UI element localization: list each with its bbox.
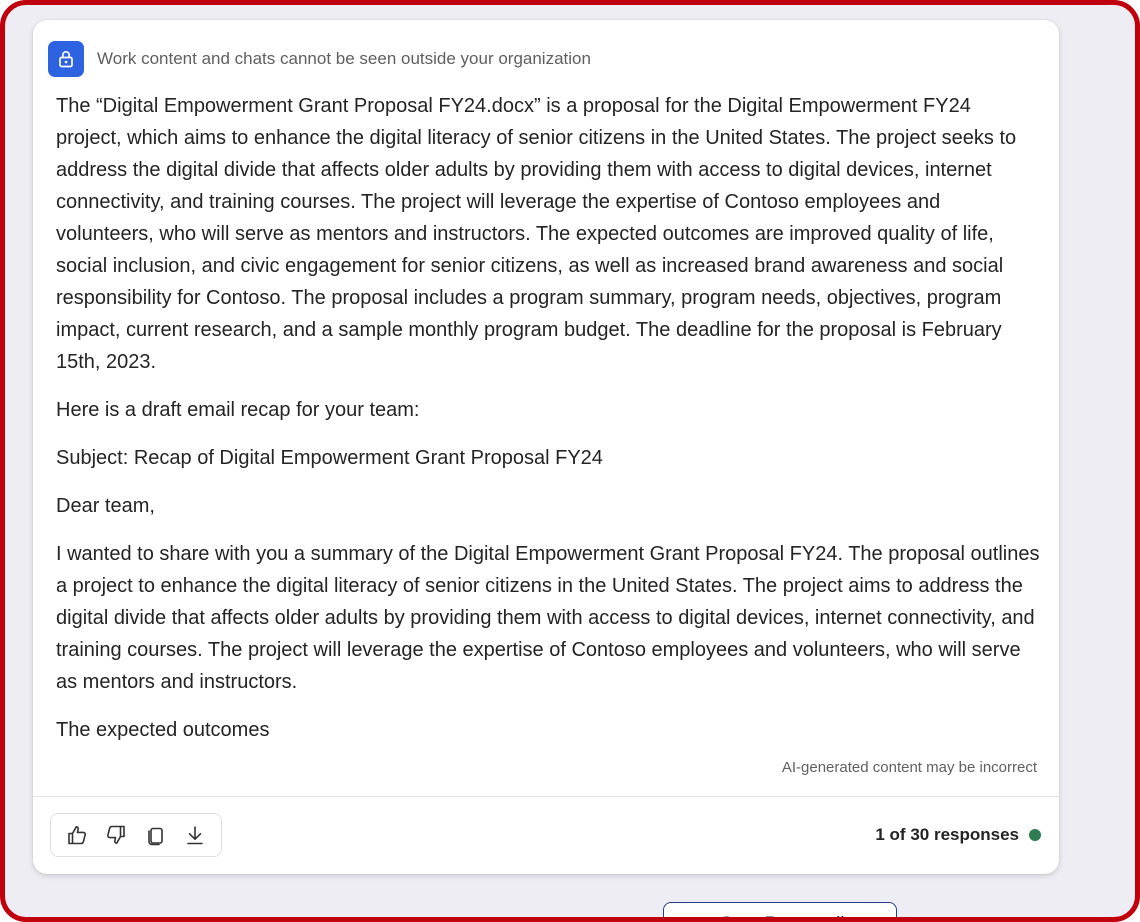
status-dot	[1029, 829, 1041, 841]
privacy-notice: Work content and chats cannot be seen ou…	[48, 41, 591, 77]
response-counter: 1 of 30 responses	[875, 825, 1041, 845]
response-message: The “Digital Empowerment Grant Proposal …	[56, 90, 1041, 762]
thumbs-up-icon	[67, 826, 86, 845]
chat-response-card: Work content and chats cannot be seen ou…	[33, 20, 1059, 874]
copy-icon	[147, 827, 163, 846]
thumbs-down-icon	[107, 825, 126, 844]
copy-button[interactable]	[140, 819, 172, 851]
lock-icon	[48, 41, 84, 77]
stop-icon	[685, 917, 709, 922]
stop-responding-button[interactable]: Stop Responding	[663, 902, 897, 922]
response-paragraph: I wanted to share with you a summary of …	[56, 543, 1040, 693]
divider	[33, 796, 1059, 797]
response-paragraph: The expected outcomes	[56, 719, 270, 741]
response-paragraph: The “Digital Empowerment Grant Proposal …	[56, 95, 1017, 373]
highlight-frame: Work content and chats cannot be seen ou…	[0, 0, 1140, 922]
response-paragraph: Here is a draft email recap for your tea…	[56, 399, 420, 421]
privacy-notice-text: Work content and chats cannot be seen ou…	[97, 49, 591, 68]
response-paragraph: Dear team,	[56, 495, 155, 517]
thumbs-down-button[interactable]	[100, 819, 132, 851]
response-paragraph: Subject: Recap of Digital Empowerment Gr…	[56, 447, 603, 469]
thumbs-up-button[interactable]	[61, 819, 93, 851]
stop-responding-label: Stop Responding	[720, 914, 866, 917]
ai-disclaimer: AI-generated content may be incorrect	[781, 759, 1037, 776]
feedback-toolbar	[50, 813, 222, 857]
download-icon	[187, 826, 204, 845]
download-button[interactable]	[179, 819, 211, 851]
response-counter-text: 1 of 30 responses	[875, 825, 1019, 844]
